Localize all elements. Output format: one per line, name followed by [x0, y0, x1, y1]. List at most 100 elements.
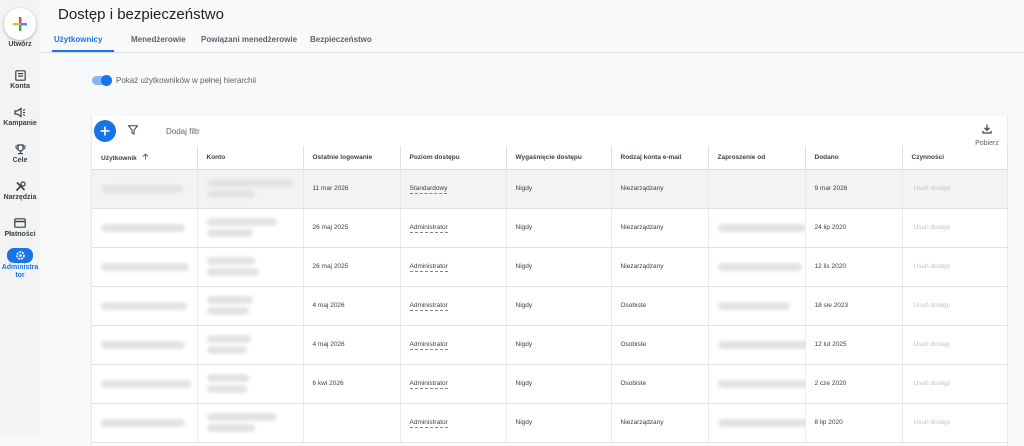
tab-linked-managers[interactable]: Powiązani menedżerowie: [201, 35, 297, 44]
tab-bar: Użytkownicy Menedżerowie Powiązani mened…: [40, 30, 1024, 53]
email-type-cell: Osobiste: [611, 364, 709, 404]
user-cell: [92, 364, 198, 404]
toggle-knob[interactable]: [101, 75, 112, 86]
redacted-user: [101, 262, 189, 271]
table-row: Administrator Nigdy Niezarządzany 8 lip …: [92, 403, 1008, 443]
campaigns-icon: [14, 106, 26, 118]
access-level-cell[interactable]: Administrator: [400, 364, 507, 404]
redacted-user: [101, 301, 187, 310]
user-cell: [92, 247, 198, 287]
add-filter-button[interactable]: Dodaj filtr: [166, 127, 200, 136]
remove-access-link[interactable]: Usuń dostęp: [902, 247, 1008, 287]
email-type-cell: Niezarządzany: [611, 403, 709, 443]
tab-managers[interactable]: Menedżerowie: [131, 35, 186, 44]
access-level-cell[interactable]: Administrator: [400, 403, 507, 443]
account-cell: [197, 325, 304, 365]
access-expiry-cell: Nigdy: [506, 403, 612, 443]
sort-arrow-up-icon: [142, 153, 148, 160]
nav-item-campaigns[interactable]: Kampanie: [0, 105, 40, 128]
invited-by-cell: [708, 403, 806, 443]
invited-by-cell: [708, 325, 806, 365]
redacted-user: [101, 379, 191, 388]
added-cell: 12 lis 2020: [805, 247, 903, 287]
account-cell: [197, 247, 304, 287]
table-row: 4 maj 2026 Administrator Nigdy Osobiste …: [92, 325, 1008, 365]
access-expiry-cell: Nigdy: [506, 286, 612, 326]
add-user-button[interactable]: [94, 120, 116, 142]
remove-access-link[interactable]: Usuń dostęp: [902, 364, 1008, 404]
users-table-card: Dodaj filtr Pobierz Użytkownik Konto Ost…: [92, 116, 1008, 446]
account-cell: [197, 403, 304, 443]
column-header-email-type[interactable]: Rodzaj konta e-mail: [611, 146, 709, 170]
redacted-account: [206, 374, 249, 382]
download-icon: [982, 124, 992, 134]
nav-item-billing[interactable]: Płatności: [0, 216, 40, 239]
access-level-cell[interactable]: Administrator: [400, 325, 507, 365]
access-level-cell[interactable]: Standardowy: [400, 169, 507, 209]
nav-item-admin[interactable]: Administra tor: [0, 248, 40, 280]
remove-access-link[interactable]: Usuń dostęp: [902, 169, 1008, 209]
filter-icon[interactable]: [128, 125, 138, 135]
column-header-access-level[interactable]: Poziom dostępu: [400, 146, 507, 170]
added-cell: 8 lip 2020: [805, 403, 903, 443]
column-header-invited-by[interactable]: Zaproszenie od: [708, 146, 806, 170]
remove-access-link[interactable]: Usuń dostęp: [902, 403, 1008, 443]
redacted-account: [206, 218, 277, 226]
plus-colorful-icon: [13, 17, 27, 31]
hierarchy-toggle-label: Pokaż użytkowników w pełnej hierarchii: [116, 76, 257, 85]
remove-access-link[interactable]: Usuń dostęp: [902, 286, 1008, 326]
column-header-last-login[interactable]: Ostatnie logowanie: [303, 146, 401, 170]
redacted-account: [206, 413, 277, 421]
redacted-account: [206, 424, 255, 432]
redacted-account: [206, 307, 249, 315]
redacted-inviter: [717, 301, 790, 310]
last-login-cell: [303, 403, 401, 443]
table-row: 6 kwi 2026 Administrator Nigdy Osobiste …: [92, 364, 1008, 404]
column-header-account[interactable]: Konto: [197, 146, 304, 170]
accounts-icon: [14, 69, 26, 81]
download-button[interactable]: Pobierz: [974, 121, 1000, 147]
table-row: 11 mar 2026 Standardowy Nigdy Niezarządz…: [92, 169, 1008, 209]
redacted-user: [101, 223, 185, 232]
column-header-user[interactable]: Użytkownik: [92, 146, 198, 170]
redacted-account: [206, 268, 259, 276]
email-type-cell: Niezarządzany: [611, 247, 709, 287]
nav-item-goals[interactable]: Cele: [0, 142, 40, 165]
access-level-cell[interactable]: Administrator: [400, 286, 507, 326]
create-button[interactable]: [4, 8, 36, 40]
column-header-access-expiry[interactable]: Wygaśnięcie dostępu: [506, 146, 612, 170]
remove-access-link[interactable]: Usuń dostęp: [902, 208, 1008, 248]
account-cell: [197, 169, 304, 209]
redacted-account: [206, 179, 293, 187]
table-row: 26 maj 2025 Administrator Nigdy Niezarzą…: [92, 247, 1008, 287]
invited-by-cell: [708, 364, 806, 404]
last-login-cell: 4 maj 2026: [303, 325, 401, 365]
user-cell: [92, 169, 198, 209]
column-header-actions: Czynności: [902, 146, 1008, 170]
nav-label: Kampanie: [3, 120, 37, 127]
redacted-user: [101, 418, 185, 427]
added-cell: 12 lut 2025: [805, 325, 903, 365]
create-label: Utwórz: [8, 41, 32, 48]
access-level-cell[interactable]: Administrator: [400, 247, 507, 287]
tab-security[interactable]: Bezpieczeństwo: [310, 35, 372, 44]
account-cell: [197, 208, 304, 248]
tab-users[interactable]: Użytkownicy: [54, 35, 102, 44]
last-login-cell: 4 maj 2026: [303, 286, 401, 326]
invited-by-cell: [708, 286, 806, 326]
access-expiry-cell: Nigdy: [506, 208, 612, 248]
column-header-added[interactable]: Dodano: [805, 146, 903, 170]
added-cell: 24 lip 2020: [805, 208, 903, 248]
redacted-account: [206, 335, 251, 343]
added-cell: 2 cze 2020: [805, 364, 903, 404]
remove-access-link[interactable]: Usuń dostęp: [902, 325, 1008, 365]
redacted-inviter: [717, 223, 804, 232]
invited-by-cell: [708, 247, 806, 287]
nav-item-accounts[interactable]: Konta: [0, 68, 40, 91]
nav-item-tools[interactable]: Narzędzia: [0, 179, 40, 202]
redacted-user: [101, 184, 183, 193]
user-cell: [92, 325, 198, 365]
invited-by-cell: [708, 169, 806, 209]
invited-by-cell: [708, 208, 806, 248]
access-level-cell[interactable]: Administrator: [400, 208, 507, 248]
